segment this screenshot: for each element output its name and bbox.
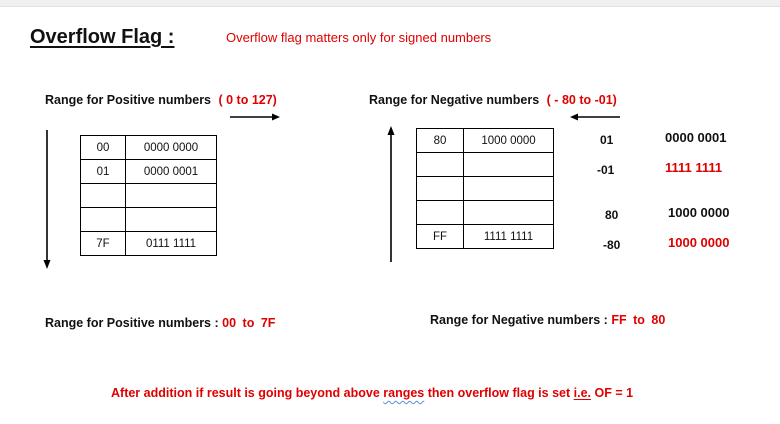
negative-summary-to-word: to — [633, 313, 645, 327]
negative-table-bin-cell: 1111 1111 — [463, 224, 554, 249]
negative-table: 80 1000 0000 FF 1111 1111 — [416, 128, 554, 249]
up-arrow-icon — [387, 126, 395, 262]
example-dec-4: -80 — [603, 238, 621, 252]
positive-summary-to: 7F — [260, 316, 276, 330]
positive-table-row: 7F 0111 1111 — [80, 231, 217, 256]
conclusion-part1: After addition if result is going beyond… — [111, 386, 380, 400]
positive-table-hex-cell: 00 — [80, 135, 126, 160]
positive-table-bin-cell — [125, 183, 217, 208]
positive-table-bin-cell: 0111 1111 — [125, 231, 217, 256]
negative-summary-from: FF — [611, 313, 627, 327]
left-arrow-icon — [570, 113, 620, 121]
conclusion-part3: OF = 1 — [594, 386, 634, 400]
negative-range-summary: Range for Negative numbers : FF to 80 — [430, 313, 665, 327]
positive-range-summary: Range for Positive numbers : 00 to 7F — [45, 316, 275, 330]
negative-range-heading: Range for Negative numbers ( - 80 to -01… — [369, 93, 617, 107]
subtitle-note: Overflow flag matters only for signed nu… — [226, 30, 492, 45]
positive-table-hex-cell: 01 — [80, 159, 126, 184]
positive-table-hex-cell — [80, 207, 126, 232]
page-title: Overflow Flag : — [30, 26, 175, 48]
negative-table-bin-cell — [463, 152, 554, 177]
conclusion-text: After addition if result is going beyond… — [111, 386, 633, 400]
positive-table-row — [80, 183, 217, 208]
example-dec-2: -01 — [597, 163, 615, 177]
negative-table-hex-cell: 80 — [416, 128, 464, 153]
negative-range-label: Range for Negative numbers — [369, 93, 540, 107]
positive-table-hex-cell — [80, 183, 126, 208]
positive-table-row: 01 0000 0001 — [80, 159, 217, 184]
example-bin-4: 1000 0000 — [668, 235, 730, 250]
positive-range-label: Range for Positive numbers — [45, 93, 212, 107]
negative-table-bin-cell: 1000 0000 — [463, 128, 554, 153]
conclusion-part2: then overflow flag is set — [427, 386, 571, 400]
positive-summary-to-word: to — [242, 316, 255, 330]
example-bin-3: 1000 0000 — [668, 205, 730, 220]
positive-table-hex-cell: 7F — [80, 231, 126, 256]
negative-table-bin-cell — [463, 200, 554, 225]
negative-table-row — [416, 152, 554, 177]
example-bin-2: 1111 1111 — [665, 160, 723, 175]
conclusion-ranges-word: ranges — [383, 386, 425, 400]
positive-table-bin-cell — [125, 207, 217, 232]
negative-table-hex-cell: FF — [416, 224, 464, 249]
negative-table-hex-cell — [416, 176, 464, 201]
example-dec-3: 80 — [605, 208, 619, 222]
negative-table-bin-cell — [463, 176, 554, 201]
negative-summary-to: 80 — [651, 313, 666, 327]
conclusion-ie-word: i.e. — [573, 386, 591, 400]
negative-table-row: FF 1111 1111 — [416, 224, 554, 249]
right-arrow-icon — [230, 113, 280, 121]
down-arrow-icon — [43, 130, 51, 269]
negative-table-hex-cell — [416, 152, 464, 177]
positive-range-value: ( 0 to 127) — [218, 93, 277, 107]
negative-table-row: 80 1000 0000 — [416, 128, 554, 153]
positive-summary-label: Range for Positive numbers : — [45, 316, 219, 330]
positive-table-bin-cell: 0000 0000 — [125, 135, 217, 160]
positive-table-row: 00 0000 0000 — [80, 135, 217, 160]
top-border — [0, 0, 780, 7]
negative-range-value: ( - 80 to -01) — [546, 93, 617, 107]
negative-summary-label: Range for Negative numbers : — [430, 313, 608, 327]
negative-table-row — [416, 200, 554, 225]
example-dec-1: 01 — [600, 133, 614, 147]
negative-table-row — [416, 176, 554, 201]
positive-summary-from: 00 — [222, 316, 237, 330]
positive-table-row — [80, 207, 217, 232]
positive-range-heading: Range for Positive numbers ( 0 to 127) — [45, 93, 277, 107]
negative-table-hex-cell — [416, 200, 464, 225]
example-bin-1: 0000 0001 — [665, 130, 727, 145]
positive-table-bin-cell: 0000 0001 — [125, 159, 217, 184]
positive-table: 00 0000 0000 01 0000 0001 7F 0111 1111 — [80, 135, 217, 256]
